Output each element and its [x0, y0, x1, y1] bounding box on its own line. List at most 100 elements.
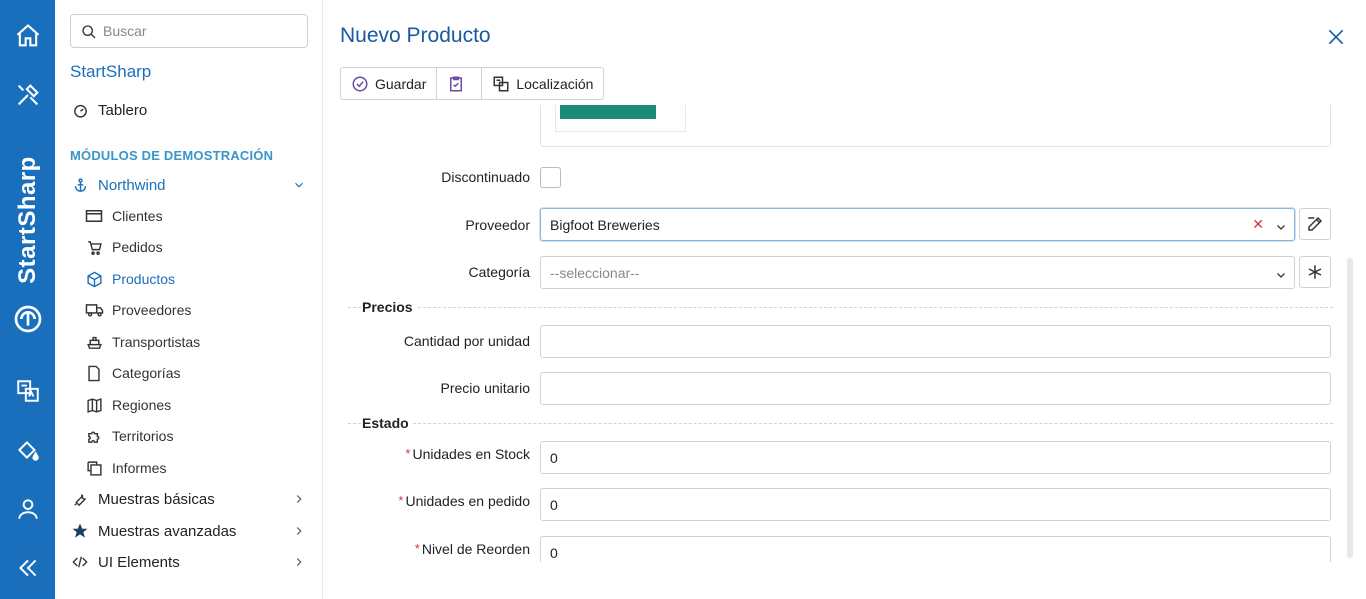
asterisk-icon [1308, 265, 1322, 279]
chevron-right-icon [292, 492, 306, 510]
chevron-down-icon [1275, 220, 1287, 236]
product-dialog: Nuevo Producto Guardar Localización Disc… [323, 0, 1366, 599]
translate-icon[interactable] [12, 375, 44, 407]
order-value: 0 [550, 497, 558, 513]
discontinued-label: Discontinuado [441, 169, 530, 185]
wrench-icon [70, 490, 90, 508]
swirl-logo-icon [12, 303, 44, 335]
category-divider [348, 423, 1333, 424]
sidebar-item-label: Muestras avanzadas [98, 522, 237, 540]
sidebar-item-ui-elements[interactable]: UI Elements [70, 553, 310, 571]
home-icon[interactable] [12, 20, 44, 52]
unit-price-input[interactable] [540, 372, 1331, 405]
sidebar-item-northwind[interactable]: Northwind [70, 176, 310, 194]
sidebar-item-pedidos[interactable]: Pedidos [84, 238, 163, 256]
sidebar-item-label: Categorías [112, 365, 181, 381]
clear-icon[interactable]: ✕ [1252, 216, 1264, 233]
sidebar-item-label: Northwind [98, 176, 166, 194]
sidebar-item-categorias[interactable]: Categorías [84, 364, 180, 382]
localization-button[interactable]: Localización [482, 68, 603, 99]
sidebar-item-clientes[interactable]: Clientes [84, 207, 163, 225]
required-marker: * [398, 493, 404, 508]
gauge-icon [70, 101, 90, 119]
reorder-label-text: Nivel de Reorden [421, 541, 530, 557]
chevron-down-icon [292, 178, 306, 196]
chevron-right-icon [292, 555, 306, 573]
reorder-label: * Nivel de Reorden [415, 541, 530, 557]
qty-label: Cantidad por unidad [403, 333, 530, 349]
sidebar-item-label: Proveedores [112, 302, 192, 318]
order-label-text: Unidades en pedido [405, 493, 530, 509]
toolbar: Guardar Localización [340, 67, 605, 100]
tools-icon[interactable] [12, 79, 44, 111]
image-upload-area[interactable] [540, 105, 1331, 147]
category-select[interactable]: --seleccionar-- [540, 256, 1295, 289]
sidebar-item-transportistas[interactable]: Transportistas [84, 333, 200, 351]
sidebar-item-label: Muestras básicas [98, 490, 215, 508]
puzzle-icon [84, 427, 104, 445]
sidebar-item-territorios[interactable]: Territorios [84, 427, 173, 445]
ship-icon [84, 333, 104, 351]
add-category-button[interactable] [1299, 256, 1331, 288]
sidebar-item-regiones[interactable]: Regiones [84, 396, 171, 414]
supplier-select[interactable]: Bigfoot Breweries ✕ [540, 208, 1295, 241]
sidebar-item-informes[interactable]: Informes [84, 459, 166, 477]
sidebar-item-dashboard[interactable]: Tablero [70, 101, 310, 119]
prices-heading: Precios [362, 299, 417, 315]
user-icon[interactable] [12, 493, 44, 525]
box-icon [84, 270, 104, 288]
chevron-right-icon [292, 524, 306, 542]
edit-supplier-button[interactable] [1299, 208, 1331, 240]
discontinued-checkbox[interactable] [540, 167, 561, 188]
units-in-stock-input[interactable]: 0 [540, 441, 1331, 474]
qty-per-unit-input[interactable] [540, 325, 1331, 358]
clipboard-check-icon [450, 76, 463, 91]
sidebar-item-productos[interactable]: Productos [84, 270, 175, 288]
reorder-level-input[interactable]: 0 [540, 536, 1331, 562]
icon-rail: StartSharp [0, 0, 55, 599]
sidebar-item-advanced-samples[interactable]: Muestras avanzadas [70, 522, 310, 540]
sidebar-item-label: Tablero [98, 101, 148, 119]
sidebar-item-label: Regiones [112, 397, 172, 413]
units-on-order-input[interactable]: 0 [540, 488, 1331, 521]
check-circle-icon [352, 76, 368, 91]
category-placeholder: --seleccionar-- [550, 265, 640, 281]
edit-icon [1308, 216, 1323, 231]
search-box[interactable] [70, 14, 308, 48]
scrollbar[interactable] [1347, 258, 1353, 558]
anchor-icon [70, 176, 90, 194]
stock-label: * Unidades en Stock [405, 446, 530, 462]
stock-value: 0 [550, 450, 558, 466]
star-icon [70, 522, 90, 540]
code-icon [70, 553, 90, 571]
sidebar-item-label: Clientes [112, 208, 163, 224]
order-label: * Unidades en pedido [398, 493, 530, 509]
collapse-icon[interactable] [12, 552, 44, 584]
chevron-down-icon [1275, 268, 1287, 284]
map-icon [84, 396, 104, 414]
save-button[interactable]: Guardar [341, 68, 438, 99]
sidebar: StartSharp Tablero MÓDULOS DE DEMOSTRACI… [55, 0, 323, 599]
close-icon[interactable] [1326, 27, 1346, 52]
status-heading: Estado [362, 415, 413, 431]
category-divider [348, 307, 1333, 308]
truck-icon [84, 301, 104, 319]
sidebar-item-label: Productos [112, 271, 176, 287]
sidebar-item-proveedores[interactable]: Proveedores [84, 301, 191, 319]
apply-button[interactable] [437, 68, 483, 99]
sidebar-item-basic-samples[interactable]: Muestras básicas [70, 490, 310, 508]
sidebar-item-label: Transportistas [112, 334, 201, 350]
sidebar-item-label: Territorios [112, 428, 174, 444]
paint-bucket-icon[interactable] [12, 434, 44, 466]
required-marker: * [414, 541, 420, 556]
search-input[interactable] [103, 21, 299, 41]
folder-icon [84, 364, 104, 382]
supplier-label: Proveedor [465, 217, 530, 233]
brand-text: StartSharp [14, 156, 41, 284]
product-form: Discontinuado Proveedor Bigfoot Brewerie… [323, 105, 1353, 562]
product-image-thumbnail[interactable] [555, 105, 686, 132]
dialog-title: Nuevo Producto [340, 24, 491, 47]
card-icon [84, 207, 104, 225]
translate-icon [493, 76, 509, 91]
save-label: Guardar [375, 75, 427, 92]
